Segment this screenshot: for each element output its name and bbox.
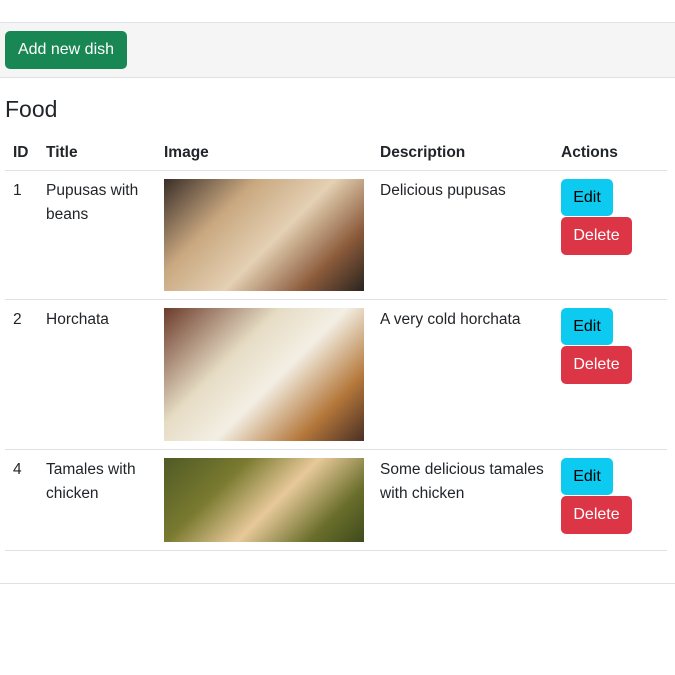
cell-id: 2: [5, 299, 38, 450]
delete-button[interactable]: Delete: [561, 217, 632, 255]
dish-image: [164, 308, 364, 441]
header-image: Image: [156, 135, 372, 171]
edit-button[interactable]: Edit: [561, 458, 613, 495]
table-row: 4 Tamales with chicken Some delicious ta…: [5, 449, 667, 551]
cell-image: [156, 299, 372, 450]
cell-image: [156, 449, 372, 551]
add-new-dish-button[interactable]: Add new dish: [5, 31, 127, 69]
cell-title: Horchata: [38, 299, 156, 450]
dish-image: [164, 458, 364, 542]
cell-actions: Edit Delete: [553, 449, 667, 551]
table-row: 1 Pupusas with beans Delicious pupusas E…: [5, 170, 667, 300]
delete-button[interactable]: Delete: [561, 496, 632, 534]
dish-image: [164, 179, 364, 291]
cell-description: A very cold horchata: [372, 299, 553, 450]
cell-title: Pupusas with beans: [38, 170, 156, 300]
toolbar: Add new dish: [0, 23, 675, 78]
delete-button[interactable]: Delete: [561, 346, 632, 384]
cell-id: 4: [5, 449, 38, 551]
page-title: Food: [5, 96, 58, 122]
cell-description: Delicious pupusas: [372, 170, 553, 300]
header-id: ID: [5, 135, 38, 171]
table-header-row: ID Title Image Description Actions: [5, 135, 667, 171]
bottom-divider: [0, 583, 675, 584]
cell-description: Some delicious tamales with chicken: [372, 449, 553, 551]
edit-button[interactable]: Edit: [561, 308, 613, 345]
header-description: Description: [372, 135, 553, 171]
cell-id: 1: [5, 170, 38, 300]
header-title: Title: [38, 135, 156, 171]
cell-actions: Edit Delete: [553, 299, 667, 450]
cell-actions: Edit Delete: [553, 170, 667, 300]
cell-title: Tamales with chicken: [38, 449, 156, 551]
edit-button[interactable]: Edit: [561, 179, 613, 216]
cell-image: [156, 170, 372, 300]
header-actions: Actions: [553, 135, 667, 171]
food-table: ID Title Image Description Actions 1 Pup…: [5, 135, 667, 551]
table-row: 2 Horchata A very cold horchata Edit Del…: [5, 299, 667, 450]
